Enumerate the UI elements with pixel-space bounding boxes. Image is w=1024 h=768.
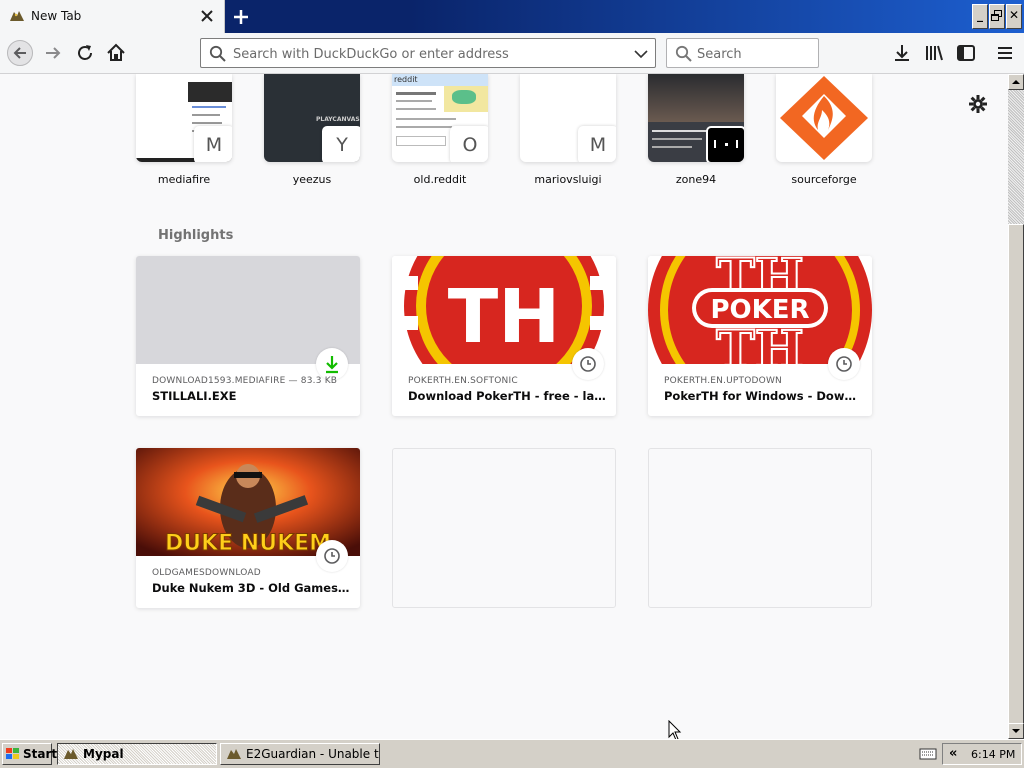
top-site-badge: Y bbox=[322, 126, 360, 162]
url-input[interactable] bbox=[233, 45, 623, 63]
highlight-card-stillali[interactable]: DOWNLOAD1593.MEDIAFIRE — 83.3 KB STILLAL… bbox=[136, 256, 360, 416]
card-context: OLDGAMESDOWNLOAD bbox=[152, 568, 261, 578]
top-site-zone94[interactable]: zone94 bbox=[648, 74, 744, 186]
library-icon[interactable] bbox=[922, 41, 946, 65]
card-context: DOWNLOAD1593.MEDIAFIRE — 83.3 KB bbox=[152, 376, 338, 386]
top-site-badge: M bbox=[194, 126, 232, 162]
top-site-badge: M bbox=[578, 126, 616, 162]
svg-text:TH: TH bbox=[716, 320, 804, 364]
home-icon[interactable] bbox=[104, 41, 128, 65]
top-site-thumbnail: M bbox=[520, 74, 616, 162]
tab-title: New Tab bbox=[31, 9, 82, 23]
menu-icon[interactable] bbox=[993, 41, 1017, 65]
card-title: STILLALI.EXE bbox=[152, 389, 237, 403]
card-context: POKERTH.EN.SOFTONIC bbox=[408, 376, 518, 386]
top-site-thumbnail: reddit O bbox=[392, 74, 488, 162]
top-site-label: yeezus bbox=[292, 173, 332, 186]
mypal-icon bbox=[227, 749, 241, 759]
top-site-thumbnail: M bbox=[136, 74, 232, 162]
mouse-cursor-icon bbox=[668, 720, 682, 739]
scrollbar-thumb[interactable] bbox=[1008, 224, 1024, 724]
close-tab-icon[interactable] bbox=[198, 7, 216, 25]
card-context: POKERTH.EN.UPTODOWN bbox=[664, 376, 782, 386]
scroll-up-button[interactable] bbox=[1008, 74, 1024, 90]
mypal-icon bbox=[10, 11, 24, 21]
card-title: PokerTH for Windows - Downlo... bbox=[664, 389, 864, 403]
thumbnail-text: reddit bbox=[394, 75, 418, 84]
card-image-text: TH bbox=[448, 274, 560, 360]
highlight-card-empty bbox=[392, 448, 616, 608]
highlights-heading: Highlights bbox=[158, 228, 234, 243]
system-tray: « 6:14 PM bbox=[942, 743, 1022, 765]
gear-icon[interactable] bbox=[968, 94, 988, 114]
tray-expand-icon[interactable]: « bbox=[949, 746, 957, 761]
taskbar-item-label: E2Guardian - Unable to lo... bbox=[246, 747, 379, 761]
scrollbar-track[interactable] bbox=[1008, 90, 1024, 224]
card-title: Duke Nukem 3D - Old Games D... bbox=[152, 581, 352, 595]
clock-icon bbox=[324, 548, 340, 564]
close-window-button[interactable]: ✕ bbox=[1006, 4, 1022, 29]
taskbar-item-mypal[interactable]: Mypal bbox=[57, 743, 217, 765]
sourceforge-logo-icon bbox=[780, 76, 868, 160]
search-bar[interactable] bbox=[666, 38, 819, 68]
clock-icon bbox=[836, 356, 852, 372]
highlight-card-duke-nukem[interactable]: DUKE NUKEM OLDGAMESDOWNLOAD Duke Nukem 3… bbox=[136, 448, 360, 608]
keyboard-icon[interactable] bbox=[919, 747, 937, 761]
chevron-down-icon[interactable] bbox=[633, 48, 649, 60]
vertical-scrollbar[interactable] bbox=[1008, 74, 1024, 739]
minimize-button[interactable]: _ bbox=[972, 4, 988, 29]
navigation-toolbar bbox=[0, 33, 1024, 74]
title-bar: New Tab _ ✕ bbox=[0, 0, 1024, 33]
highlight-card-empty bbox=[648, 448, 872, 608]
top-site-thumbnail bbox=[648, 74, 744, 162]
mypal-icon bbox=[64, 749, 78, 759]
highlight-card-pokerth-uptodown[interactable]: TH POKER TH POKERTH.EN.UPTODOWN PokerTH … bbox=[648, 256, 872, 416]
clock: 6:14 PM bbox=[971, 748, 1016, 761]
top-site-badge: O bbox=[450, 126, 488, 162]
thumbnail-text: PLAYCANVAS bbox=[316, 116, 360, 123]
top-site-mariovsluigi[interactable]: M mariovsluigi bbox=[520, 74, 616, 186]
taskbar-item-label: Mypal bbox=[83, 747, 124, 761]
taskbar-item-e2guardian[interactable]: E2Guardian - Unable to lo... bbox=[220, 743, 380, 765]
restore-button[interactable] bbox=[989, 4, 1005, 29]
new-tab-page: M mediafire PLAYCANVAS Y yeezus reddit O… bbox=[0, 74, 1008, 739]
clock-icon bbox=[580, 356, 596, 372]
back-icon[interactable] bbox=[7, 40, 33, 66]
top-site-label: mariovsluigi bbox=[534, 173, 602, 186]
top-site-mediafire[interactable]: M mediafire bbox=[136, 74, 232, 186]
search-input[interactable] bbox=[697, 45, 812, 63]
new-tab-icon[interactable] bbox=[228, 4, 254, 30]
forward-icon[interactable] bbox=[41, 41, 65, 65]
sidebar-icon[interactable] bbox=[954, 41, 978, 65]
windows-logo-icon bbox=[6, 748, 19, 759]
scroll-down-button[interactable] bbox=[1008, 723, 1024, 739]
top-site-old-reddit[interactable]: reddit O old.reddit bbox=[392, 74, 488, 186]
arrow-down-icon bbox=[1012, 729, 1020, 733]
start-label: Start bbox=[23, 747, 58, 761]
top-site-thumbnail bbox=[776, 74, 872, 162]
top-site-label: zone94 bbox=[675, 173, 717, 186]
top-site-yeezus[interactable]: PLAYCANVAS Y yeezus bbox=[264, 74, 360, 186]
restore-icon bbox=[991, 10, 1002, 21]
arrow-up-icon bbox=[1012, 80, 1020, 84]
start-button[interactable]: Start bbox=[2, 743, 57, 765]
top-site-label: mediafire bbox=[157, 173, 211, 186]
highlight-card-pokerth-softonic[interactable]: TH POKERTH.EN.SOFTONIC Download PokerTH … bbox=[392, 256, 616, 416]
card-image-text: DUKE NUKEM bbox=[165, 531, 331, 556]
card-type-badge bbox=[828, 348, 860, 380]
tab-new-tab[interactable]: New Tab bbox=[0, 0, 225, 33]
top-site-label: sourceforge bbox=[791, 173, 857, 186]
search-icon bbox=[209, 45, 226, 62]
download-icon[interactable] bbox=[890, 41, 914, 65]
taskbar: Start Mypal E2Guardian - Unable to lo...… bbox=[0, 739, 1024, 768]
card-type-badge bbox=[572, 348, 604, 380]
top-site-sourceforge[interactable]: sourceforge bbox=[776, 74, 872, 186]
address-bar[interactable] bbox=[200, 38, 656, 68]
card-type-badge bbox=[316, 540, 348, 572]
reload-icon[interactable] bbox=[73, 41, 97, 65]
card-title: Download PokerTH - free - lates... bbox=[408, 389, 608, 403]
top-site-thumbnail: PLAYCANVAS Y bbox=[264, 74, 360, 162]
top-site-label: old.reddit bbox=[413, 173, 467, 186]
search-icon bbox=[675, 45, 692, 62]
